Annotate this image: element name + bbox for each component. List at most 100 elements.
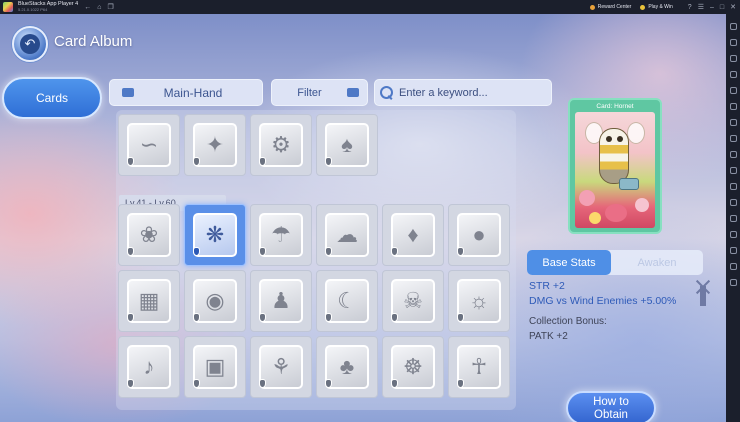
apk-icon[interactable]: [729, 150, 737, 158]
card-row-2: ▦ ◉ ♟ ☾ ☠ ☼: [118, 270, 514, 332]
expand-icon[interactable]: [729, 22, 737, 30]
fullscreen-icon[interactable]: [729, 70, 737, 78]
search-icon: [380, 85, 394, 100]
reward-icon: [589, 4, 595, 10]
card-badge: [325, 379, 332, 388]
flower-decoration: [589, 212, 601, 224]
card-gorilla[interactable]: ●: [448, 204, 510, 266]
card-totem[interactable]: ☥: [448, 336, 510, 398]
filter-button[interactable]: Filter: [271, 79, 368, 106]
settings-icon[interactable]: [729, 230, 737, 238]
screen-icon[interactable]: [729, 54, 737, 62]
hornet-wing: [627, 122, 645, 144]
keyboard-icon[interactable]: [729, 38, 737, 46]
minimize-icon[interactable]: –: [710, 4, 714, 11]
album-arrow-icon: ↶: [20, 34, 40, 54]
home-icon[interactable]: ⌂: [97, 4, 101, 11]
maximize-icon[interactable]: □: [720, 4, 724, 11]
sync-icon[interactable]: [729, 198, 737, 206]
rotate-icon[interactable]: [729, 102, 737, 110]
card-dragon[interactable]: ♦: [382, 204, 444, 266]
card-badge: [457, 379, 464, 388]
collection-bonus-title: Collection Bonus:: [529, 316, 607, 327]
card-brute[interactable]: ♟: [250, 270, 312, 332]
card-badge: [325, 247, 332, 256]
folder-icon[interactable]: [729, 166, 737, 174]
macro-icon[interactable]: [729, 182, 737, 190]
card-pinwheel[interactable]: ❀: [118, 204, 180, 266]
android-home-icon[interactable]: [729, 262, 737, 270]
windmill-decoration: [694, 276, 712, 306]
card-badge: [193, 247, 200, 256]
tab-awaken[interactable]: Awaken: [611, 250, 703, 275]
android-back-icon[interactable]: [729, 246, 737, 254]
card-serpent[interactable]: ∽: [118, 114, 180, 176]
album-back-button[interactable]: ↶: [12, 26, 48, 62]
hornet-eye: [617, 136, 623, 142]
emulator-sidebar: [726, 14, 740, 422]
card-golem[interactable]: ▦: [118, 270, 180, 332]
card-badge: [127, 247, 134, 256]
gamepad-icon[interactable]: [729, 86, 737, 94]
card-badge: [259, 247, 266, 256]
camera-icon[interactable]: [729, 118, 737, 126]
obtain-line2: Obtain: [594, 409, 628, 421]
card-creature[interactable]: ✦: [184, 114, 246, 176]
card-skeleton[interactable]: ⚘: [250, 336, 312, 398]
back-icon[interactable]: ←: [84, 4, 91, 11]
question-icon[interactable]: ?: [688, 4, 692, 11]
reward-center-button[interactable]: Reward Center: [589, 4, 632, 10]
hand-icon: [122, 88, 134, 97]
how-to-obtain-button[interactable]: How to Obtain: [566, 391, 656, 422]
play-win-button[interactable]: Play & Win: [640, 4, 673, 10]
card-witch[interactable]: ♠: [316, 114, 378, 176]
slot-dropdown[interactable]: Main-Hand: [109, 79, 263, 106]
search-input[interactable]: [399, 86, 549, 99]
card-skull-mask[interactable]: ☠: [382, 270, 444, 332]
stat-str: STR +2: [529, 280, 565, 292]
game-screen: ↶ Card Album Cards Main-Hand Filter ∽ ✦ …: [0, 14, 726, 422]
filter-label: Filter: [297, 86, 322, 99]
hornet-eye: [606, 136, 612, 142]
app-title-bar: BlueStacks App Player 4 5.21.0.1022 P64 …: [0, 0, 740, 14]
card-bunny[interactable]: ♣: [316, 336, 378, 398]
coin-icon: [640, 4, 646, 10]
card-chest[interactable]: ▣: [184, 336, 246, 398]
card-badge: [259, 157, 266, 166]
card-mummy[interactable]: ☸: [382, 336, 444, 398]
stats-tab-bar: Base Stats Awaken: [527, 250, 703, 275]
card-badge: [259, 379, 266, 388]
close-icon[interactable]: ✕: [730, 3, 736, 11]
flower-decoration: [579, 190, 595, 206]
filter-icon: [347, 88, 359, 97]
card-hornet-selected[interactable]: ❋: [184, 204, 246, 266]
card-scythe[interactable]: ☾: [316, 270, 378, 332]
copy-icon[interactable]: ❐: [107, 3, 113, 11]
hornet-card-art: [575, 112, 655, 228]
card-jellyfish[interactable]: ☂: [250, 204, 312, 266]
app-title-block: BlueStacks App Player 4 5.21.0.1022 P64: [18, 1, 78, 13]
card-ghost[interactable]: ☁: [316, 204, 378, 266]
record-icon[interactable]: [729, 134, 737, 142]
card-machine[interactable]: ⚙: [250, 114, 312, 176]
reward-center-label: Reward Center: [597, 4, 632, 10]
card-badge: [127, 157, 134, 166]
card-dancer[interactable]: ♪: [118, 336, 180, 398]
card-orb-creature[interactable]: ◉: [184, 270, 246, 332]
card-badge: [391, 313, 398, 322]
tab-base-stats[interactable]: Base Stats: [527, 250, 611, 275]
slot-dropdown-label: Main-Hand: [163, 85, 223, 100]
page-title: Card Album: [54, 33, 133, 50]
bluestacks-logo-icon: [3, 2, 13, 12]
card-badge: [193, 157, 200, 166]
menu-icon[interactable]: ☰: [698, 3, 704, 11]
card-preview[interactable]: Card: Hornet: [568, 98, 662, 234]
flower-decoration: [605, 204, 627, 222]
eco-icon[interactable]: [729, 214, 737, 222]
card-preview-title: Card: Hornet: [596, 103, 634, 110]
tab-cards[interactable]: Cards: [2, 77, 102, 119]
card-lantern[interactable]: ☼: [448, 270, 510, 332]
search-bar[interactable]: [374, 79, 552, 106]
card-badge: [127, 313, 134, 322]
recent-apps-icon[interactable]: [729, 278, 737, 286]
